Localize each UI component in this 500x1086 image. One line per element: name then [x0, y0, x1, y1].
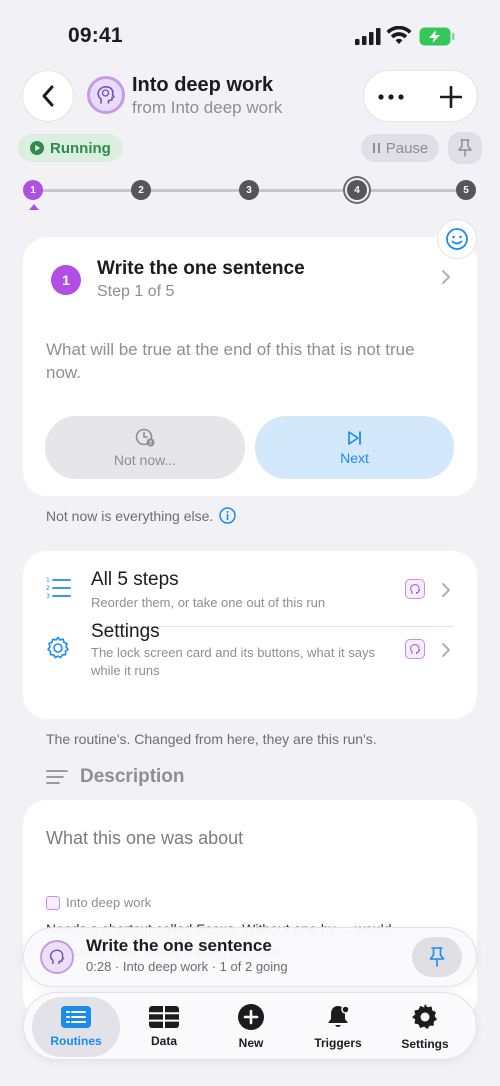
now-playing-avatar	[40, 940, 74, 974]
pin-icon	[458, 139, 472, 157]
all-steps-title: All 5 steps	[91, 569, 179, 590]
description-source: Into deep work	[46, 895, 151, 910]
battery-charging-icon	[419, 27, 455, 46]
head-brain-icon	[49, 949, 65, 965]
not-now-button[interactable]: ? Not now...	[45, 416, 245, 479]
mood-button[interactable]	[437, 219, 477, 259]
description-source-label: Into deep work	[66, 895, 152, 910]
step-dot-4[interactable]: 4	[347, 180, 367, 200]
routine-footnote: The routine's. Changed from here, they a…	[46, 731, 377, 747]
tab-data[interactable]: Data	[120, 997, 208, 1057]
status-time: 09:41	[68, 24, 123, 47]
description-heading: Description	[46, 766, 185, 788]
tab-new-label: New	[238, 1036, 264, 1050]
not-now-hint: Not now is everything else.	[46, 507, 237, 524]
tab-data-label: Data	[150, 1034, 177, 1048]
tab-settings-label: Settings	[401, 1037, 449, 1051]
gear-icon	[412, 1004, 437, 1029]
pause-label: Pause	[385, 139, 429, 157]
running-badge: Running	[18, 134, 123, 162]
step-dot-2[interactable]: 2	[131, 180, 151, 200]
current-step-card: 1 Write the one sentence Step 1 of 5 Wha…	[23, 237, 477, 496]
svg-text:?: ?	[149, 439, 153, 446]
chevron-right-icon	[442, 643, 450, 657]
skip-forward-icon	[347, 430, 361, 445]
settings-title: Settings	[91, 621, 160, 642]
routine-badge-icon	[405, 639, 425, 659]
tab-bar: Routines Data New Triggers Settings	[23, 992, 477, 1060]
next-button[interactable]: Next	[255, 416, 454, 479]
all-steps-subtitle: Reorder them, or take one out of this ru…	[91, 595, 326, 610]
tab-routines-label: Routines	[50, 1034, 102, 1048]
status-bar: 09:41	[0, 0, 500, 70]
tab-triggers[interactable]: Triggers	[294, 997, 382, 1057]
wifi-icon	[386, 26, 412, 44]
step-dot-3[interactable]: 3	[239, 180, 259, 200]
settings-subtitle: The lock screen card and its buttons, wh…	[91, 645, 375, 678]
step-dot-1[interactable]: 1	[23, 180, 43, 200]
plus-icon	[440, 86, 462, 108]
list-icon	[61, 1006, 91, 1028]
ellipsis-icon	[378, 94, 404, 100]
running-label: Running	[50, 139, 111, 157]
settings-row[interactable]: Settings The lock screen card and its bu…	[23, 621, 477, 719]
now-playing-pin-button[interactable]	[412, 937, 462, 977]
nav-actions-group	[363, 70, 478, 122]
pin-icon	[429, 947, 445, 967]
clock-later-icon: ?	[135, 428, 155, 446]
more-button[interactable]	[376, 83, 406, 111]
now-playing-title: Write the one sentence	[86, 936, 272, 955]
chevron-right-icon[interactable]	[441, 269, 451, 285]
table-icon	[149, 1006, 179, 1028]
routine-subtitle: from Into deep work	[132, 98, 283, 117]
plus-circle-icon	[238, 1004, 264, 1030]
step-description: What will be true at the end of this tha…	[46, 340, 415, 382]
step-dot-5[interactable]: 5	[456, 180, 476, 200]
add-button[interactable]	[436, 83, 466, 111]
chevron-right-icon	[442, 583, 450, 597]
tab-triggers-label: Triggers	[314, 1036, 362, 1050]
pause-button[interactable]: Pause	[361, 134, 439, 162]
bell-icon	[328, 1005, 350, 1027]
tab-routines[interactable]: Routines	[32, 997, 120, 1057]
smiley-icon	[446, 228, 468, 250]
gear-icon	[47, 636, 69, 659]
svg-text:3: 3	[46, 593, 50, 600]
routine-badge-icon	[46, 895, 60, 910]
step-count: Step 1 of 5	[97, 283, 175, 300]
tab-settings[interactable]: Settings	[381, 997, 469, 1057]
svg-text:1: 1	[46, 577, 50, 584]
pin-button[interactable]	[448, 132, 482, 164]
numbered-list-icon: 1 2 3	[46, 577, 71, 600]
now-playing-subtitle: 0:28 · Into deep work · 1 of 2 going	[86, 959, 288, 974]
tab-new[interactable]: New	[207, 997, 295, 1057]
head-brain-icon	[97, 86, 115, 104]
description-heading-label: Description	[80, 766, 185, 787]
routine-badge-icon	[405, 579, 425, 599]
current-step-indicator	[29, 204, 39, 210]
routine-title: Into deep work	[132, 74, 274, 96]
step-title[interactable]: Write the one sentence	[97, 258, 305, 280]
cellular-signal-icon	[355, 28, 381, 45]
pause-icon	[372, 143, 380, 153]
now-playing-bar[interactable]: Write the one sentence 0:28 · Into deep …	[23, 927, 477, 987]
info-icon[interactable]	[219, 507, 237, 524]
back-button[interactable]	[22, 70, 74, 122]
next-label: Next	[340, 449, 369, 466]
all-steps-row[interactable]: 1 2 3 All 5 steps Reorder them, or take …	[23, 551, 477, 626]
not-now-label: Not now...	[113, 451, 177, 468]
description-card[interactable]: What this one was about Into deep work N…	[23, 800, 477, 1020]
play-circle-icon	[30, 141, 44, 155]
description-placeholder[interactable]: What this one was about	[46, 828, 243, 849]
chevron-left-icon	[42, 85, 54, 107]
routine-options-card: 1 2 3 All 5 steps Reorder them, or take …	[23, 551, 477, 719]
step-number-badge: 1	[51, 265, 81, 295]
text-lines-icon	[46, 770, 68, 784]
svg-text:2: 2	[46, 585, 50, 592]
hint-text: Not now is everything else.	[46, 507, 214, 524]
routine-avatar	[87, 76, 125, 114]
